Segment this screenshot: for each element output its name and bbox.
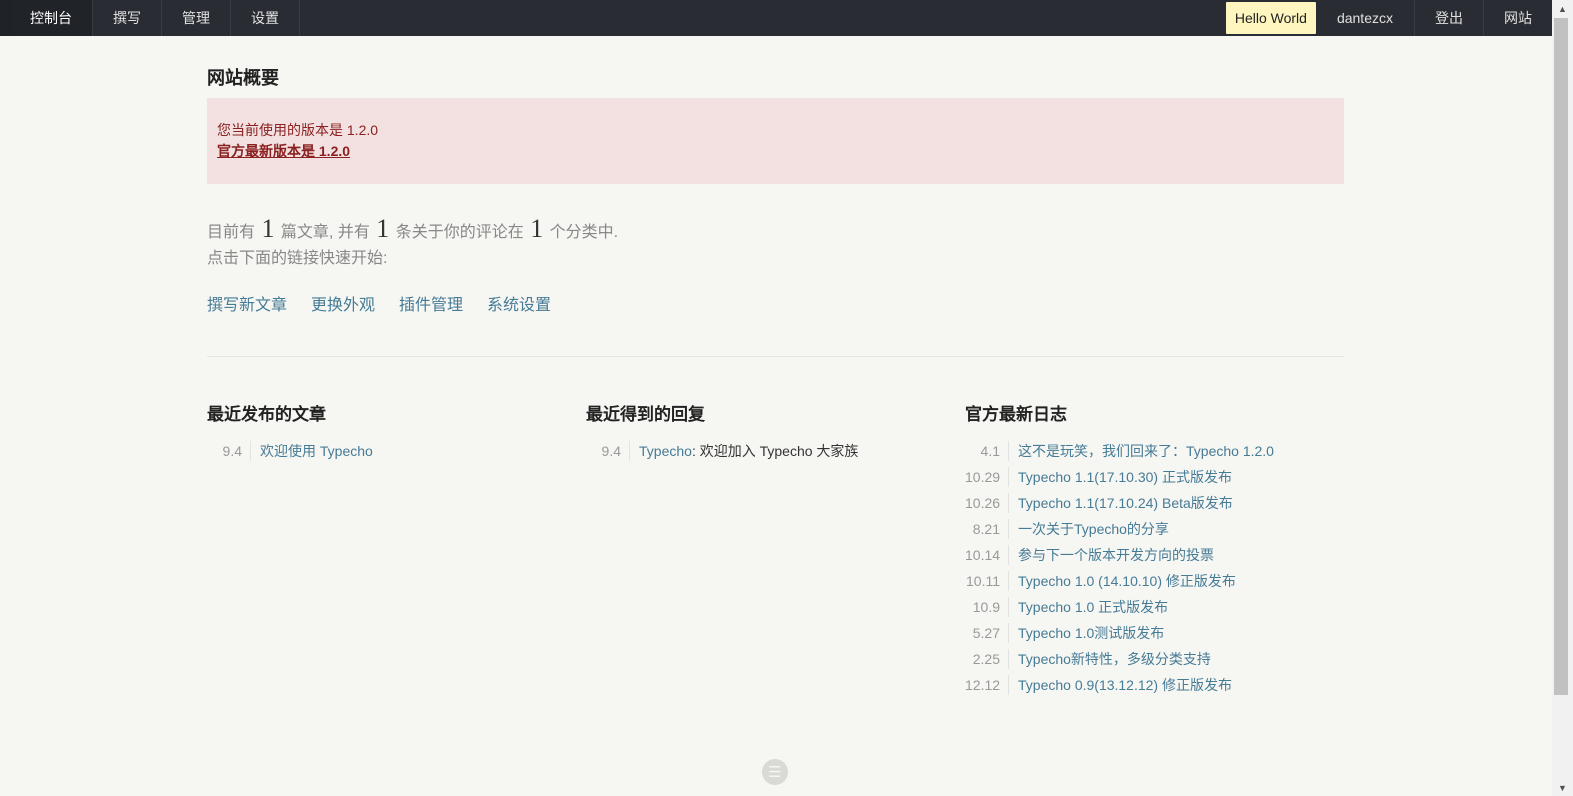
reply-entry: Typecho: 欢迎加入 Typecho 大家族 [630, 441, 858, 461]
summary-mid1: 篇文章, 并有 [280, 224, 370, 241]
vertical-scrollbar[interactable]: ▲ ▼ [1552, 0, 1573, 796]
news-link[interactable]: Typecho 0.9(13.12.12) 修正版发布 [1009, 675, 1232, 695]
official-news-title: 官方最新日志 [965, 405, 1067, 424]
list-item: 10.11 Typecho 1.0 (14.10.10) 修正版发布 [965, 568, 1344, 594]
quicklink-themes[interactable]: 更换外观 [311, 291, 375, 315]
news-date: 8.21 [965, 519, 1009, 539]
recent-replies-column: 最近得到的回复 9.4 Typecho: 欢迎加入 Typecho 大家族 [586, 400, 965, 698]
site-link[interactable]: 网站 [1483, 0, 1552, 36]
latest-version-link[interactable]: 官方最新版本是 1.2.0 [217, 143, 350, 159]
comment-count: 1 [376, 214, 390, 243]
quicklink-write-post[interactable]: 撰写新文章 [207, 291, 287, 315]
current-version-text: 您当前使用的版本是 1.2.0 [217, 122, 379, 138]
user-profile-link[interactable]: dantezcx [1316, 0, 1414, 36]
news-link[interactable]: Typecho 1.0 (14.10.10) 修正版发布 [1009, 571, 1236, 591]
nav-dashboard[interactable]: 控制台 [12, 0, 93, 36]
list-item: 8.21 一次关于Typecho的分享 [965, 516, 1344, 542]
list-item: 10.14 参与下一个版本开发方向的投票 [965, 542, 1344, 568]
recent-posts-title: 最近发布的文章 [207, 405, 326, 424]
main-content: 网站概要 您当前使用的版本是 1.2.0 官方最新版本是 1.2.0 目前有 1… [207, 36, 1344, 698]
list-item: 4.1 这不是玩笑，我们回来了：Typecho 1.2.0 [965, 438, 1344, 464]
list-item: 5.27 Typecho 1.0测试版发布 [965, 620, 1344, 646]
news-date: 10.9 [965, 597, 1009, 617]
list-item: 2.25 Typecho新特性，多级分类支持 [965, 646, 1344, 672]
post-count: 1 [261, 214, 275, 243]
summary-prefix: 目前有 [207, 224, 256, 241]
news-date: 4.1 [965, 441, 1009, 461]
reply-text: 欢迎加入 Typecho 大家族 [699, 443, 859, 459]
quick-links: 撰写新文章 更换外观 插件管理 系统设置 [207, 291, 1344, 315]
list-item: 12.12 Typecho 0.9(13.12.12) 修正版发布 [965, 672, 1344, 698]
category-count: 1 [530, 214, 544, 243]
page-title: 网站概要 [207, 68, 279, 88]
news-link[interactable]: 参与下一个版本开发方向的投票 [1009, 545, 1214, 565]
summary-suffix: 个分类中. [549, 224, 619, 241]
news-link[interactable]: Typecho新特性，多级分类支持 [1009, 649, 1211, 669]
official-news-column: 官方最新日志 4.1 这不是玩笑，我们回来了：Typecho 1.2.0 10.2… [965, 400, 1344, 698]
nav-manage[interactable]: 管理 [162, 0, 231, 36]
nav-right: Hello World dantezcx 登出 网站 [1225, 0, 1552, 36]
site-summary: 目前有 1 篇文章, 并有 1 条关于你的评论在 1 个分类中. [207, 214, 1344, 248]
news-date: 2.25 [965, 649, 1009, 669]
quickstart-hint: 点击下面的链接快速开始: [207, 250, 388, 267]
news-date: 10.26 [965, 493, 1009, 513]
news-link[interactable]: Typecho 1.1(17.10.30) 正式版发布 [1009, 467, 1232, 487]
summary-mid2: 条关于你的评论在 [395, 224, 524, 241]
news-link[interactable]: Typecho 1.0 正式版发布 [1009, 597, 1168, 617]
section-divider [207, 356, 1344, 357]
news-date: 10.14 [965, 545, 1009, 565]
news-link[interactable]: Typecho 1.1(17.10.24) Beta版发布 [1009, 493, 1233, 513]
news-link[interactable]: 这不是玩笑，我们回来了：Typecho 1.2.0 [1009, 441, 1274, 461]
official-news-list: 4.1 这不是玩笑，我们回来了：Typecho 1.2.0 10.29 Typech… [965, 438, 1344, 698]
brand-edge [0, 0, 12, 36]
arrow-down-icon[interactable]: ▼ [1552, 779, 1573, 796]
quicklink-system-settings[interactable]: 系统设置 [487, 291, 551, 315]
news-date: 10.29 [965, 467, 1009, 487]
overview-columns: 最近发布的文章 9.4 欢迎使用 Typecho 最近得到的回复 9.4 Typ… [207, 400, 1344, 698]
news-date: 5.27 [965, 623, 1009, 643]
reply-author-link[interactable]: Typecho [639, 443, 692, 459]
list-item: 10.9 Typecho 1.0 正式版发布 [965, 594, 1344, 620]
list-item: 9.4 Typecho: 欢迎加入 Typecho 大家族 [586, 438, 965, 464]
menu-lines-icon: ☰ [762, 759, 788, 785]
hello-world-link[interactable]: Hello World [1225, 2, 1316, 34]
post-date: 9.4 [207, 441, 251, 461]
arrow-up-icon[interactable]: ▲ [1552, 0, 1573, 17]
recent-posts-list: 9.4 欢迎使用 Typecho [207, 438, 586, 464]
post-link[interactable]: 欢迎使用 Typecho [251, 441, 373, 461]
news-date: 12.12 [965, 675, 1009, 695]
version-notice: 您当前使用的版本是 1.2.0 官方最新版本是 1.2.0 [207, 98, 1344, 184]
nav-left: 控制台 撰写 管理 设置 [12, 0, 300, 36]
list-item: 9.4 欢迎使用 Typecho [207, 438, 586, 464]
nav-settings[interactable]: 设置 [231, 0, 300, 36]
news-link[interactable]: Typecho 1.0测试版发布 [1009, 623, 1164, 643]
nav-write[interactable]: 撰写 [93, 0, 162, 36]
recent-replies-list: 9.4 Typecho: 欢迎加入 Typecho 大家族 [586, 438, 965, 464]
quicklink-plugins[interactable]: 插件管理 [399, 291, 463, 315]
scroll-thumb[interactable] [1554, 18, 1568, 695]
list-item: 10.29 Typecho 1.1(17.10.30) 正式版发布 [965, 464, 1344, 490]
news-link[interactable]: 一次关于Typecho的分享 [1009, 519, 1169, 539]
list-item: 10.26 Typecho 1.1(17.10.24) Beta版发布 [965, 490, 1344, 516]
reply-separator: : [691, 443, 700, 459]
news-date: 10.11 [965, 571, 1009, 591]
top-nav: 控制台 撰写 管理 设置 Hello World dantezcx 登出 网站 [0, 0, 1552, 36]
logout-link[interactable]: 登出 [1414, 0, 1483, 36]
recent-posts-column: 最近发布的文章 9.4 欢迎使用 Typecho [207, 400, 586, 698]
recent-replies-title: 最近得到的回复 [586, 405, 705, 424]
reply-date: 9.4 [586, 441, 630, 461]
